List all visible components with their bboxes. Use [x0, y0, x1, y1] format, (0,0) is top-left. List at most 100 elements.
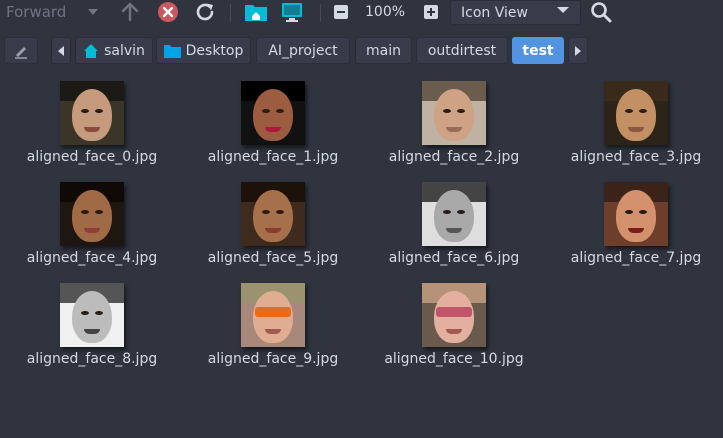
- file-item[interactable]: aligned_face_3.jpg: [546, 78, 723, 174]
- crumb-outdirtest[interactable]: outdirtest: [416, 37, 508, 64]
- crumb-label: main: [366, 42, 401, 59]
- file-name: aligned_face_6.jpg: [388, 250, 520, 266]
- file-grid: aligned_face_0.jpg aligned_face_1.jpg alig…: [0, 78, 723, 438]
- up-arrow-icon: [121, 2, 139, 22]
- path-scroll-left-button[interactable]: [51, 37, 71, 64]
- thumbnail-eye: [95, 311, 103, 315]
- image-thumbnail: [604, 182, 668, 246]
- file-item[interactable]: aligned_face_9.jpg: [183, 280, 363, 376]
- thumbnail-mouth: [265, 127, 281, 132]
- zoom-level: 100%: [365, 4, 406, 20]
- toolbar-separator: [320, 4, 321, 22]
- folder-icon: [163, 44, 181, 58]
- thumbnail-eye: [443, 210, 451, 214]
- crumb-label: salvin: [104, 42, 145, 59]
- zoom-out-icon: [334, 5, 348, 19]
- thumbnail-eye: [95, 109, 103, 113]
- thumbnail-eye: [95, 210, 103, 214]
- thumbnail-eye: [81, 311, 89, 315]
- crumb-label: AI_project: [268, 42, 338, 59]
- forward-label: Forward: [6, 3, 67, 21]
- toggle-location-button[interactable]: [4, 37, 38, 64]
- path-bar: salvin Desktop AI_project main outdirtes…: [0, 37, 723, 65]
- reload-button[interactable]: [194, 0, 216, 24]
- thumbnail-mouth: [84, 127, 100, 132]
- file-name: aligned_face_2.jpg: [388, 149, 520, 165]
- thumbnail-glasses: [255, 307, 291, 317]
- thumbnail-eye: [625, 210, 633, 214]
- thumbnail-mouth: [84, 329, 100, 334]
- view-mode-select[interactable]: Icon View: [450, 0, 581, 25]
- home-folder-icon: [245, 5, 267, 21]
- thumbnail-mouth: [628, 127, 644, 132]
- toolbar-separator: [230, 4, 231, 22]
- file-item[interactable]: aligned_face_10.jpg: [364, 280, 544, 376]
- chevron-left-icon: [58, 45, 64, 56]
- image-thumbnail: [604, 81, 668, 145]
- home-icon: [83, 43, 99, 59]
- file-item[interactable]: aligned_face_4.jpg: [2, 179, 182, 275]
- image-thumbnail: [422, 182, 486, 246]
- crumb-main[interactable]: main: [355, 37, 412, 64]
- thumbnail-eye: [625, 109, 633, 113]
- crumb-desktop[interactable]: Desktop: [156, 37, 251, 64]
- crumb-home[interactable]: salvin: [75, 37, 153, 64]
- edit-location-icon: [15, 46, 27, 59]
- zoom-in-icon: [424, 5, 438, 19]
- crumb-label: Desktop: [185, 42, 244, 59]
- chevron-right-icon: [575, 45, 581, 56]
- file-item[interactable]: aligned_face_1.jpg: [183, 78, 363, 174]
- thumbnail-eye: [457, 109, 465, 113]
- zoom-out-button[interactable]: [334, 0, 348, 24]
- file-item[interactable]: aligned_face_0.jpg: [2, 78, 182, 174]
- thumbnail-mouth: [265, 228, 281, 233]
- file-item[interactable]: aligned_face_7.jpg: [546, 179, 723, 275]
- thumbnail-face: [72, 89, 112, 141]
- chevron-down-icon: [88, 9, 98, 15]
- stop-button[interactable]: [157, 0, 179, 24]
- zoom-in-button[interactable]: [424, 0, 438, 24]
- home-button[interactable]: [244, 0, 268, 24]
- thumbnail-eye: [639, 210, 647, 214]
- path-scroll-right-button[interactable]: [568, 37, 588, 64]
- thumbnail-glasses: [436, 307, 472, 317]
- crumb-label: outdirtest: [427, 42, 497, 59]
- file-name: aligned_face_10.jpg: [384, 351, 524, 367]
- file-item[interactable]: aligned_face_6.jpg: [364, 179, 544, 275]
- thumbnail-face: [616, 89, 656, 141]
- thumbnail-eye: [443, 109, 451, 113]
- thumbnail-face: [434, 291, 474, 343]
- file-name: aligned_face_3.jpg: [570, 149, 702, 165]
- thumbnail-eye: [276, 210, 284, 214]
- search-icon: [591, 2, 612, 23]
- file-name: aligned_face_0.jpg: [26, 149, 158, 165]
- up-button[interactable]: [120, 0, 140, 24]
- file-item[interactable]: aligned_face_2.jpg: [364, 78, 544, 174]
- thumbnail-face: [72, 291, 112, 343]
- search-button[interactable]: [590, 0, 612, 24]
- file-name: aligned_face_5.jpg: [207, 250, 339, 266]
- thumbnail-face: [72, 190, 112, 242]
- computer-button[interactable]: [281, 0, 303, 24]
- crumb-test[interactable]: test: [512, 37, 564, 64]
- image-thumbnail: [241, 283, 305, 347]
- crumb-label: test: [522, 42, 554, 59]
- file-name: aligned_face_1.jpg: [207, 149, 339, 165]
- forward-history-button[interactable]: [88, 0, 98, 24]
- forward-button[interactable]: Forward: [6, 0, 66, 24]
- file-name: aligned_face_8.jpg: [26, 351, 158, 367]
- thumbnail-mouth: [628, 228, 644, 233]
- image-thumbnail: [241, 81, 305, 145]
- computer-icon: [282, 3, 302, 22]
- image-thumbnail: [422, 283, 486, 347]
- file-item[interactable]: aligned_face_5.jpg: [183, 179, 363, 275]
- thumbnail-face: [616, 190, 656, 242]
- chevron-down-icon: [557, 7, 569, 13]
- toolbar: Forward 100% Icon View: [0, 0, 723, 28]
- file-name: aligned_face_4.jpg: [26, 250, 158, 266]
- thumbnail-eye: [81, 109, 89, 113]
- image-thumbnail: [422, 81, 486, 145]
- reload-icon: [196, 3, 214, 21]
- crumb-ai-project[interactable]: AI_project: [256, 37, 350, 64]
- file-item[interactable]: aligned_face_8.jpg: [2, 280, 182, 376]
